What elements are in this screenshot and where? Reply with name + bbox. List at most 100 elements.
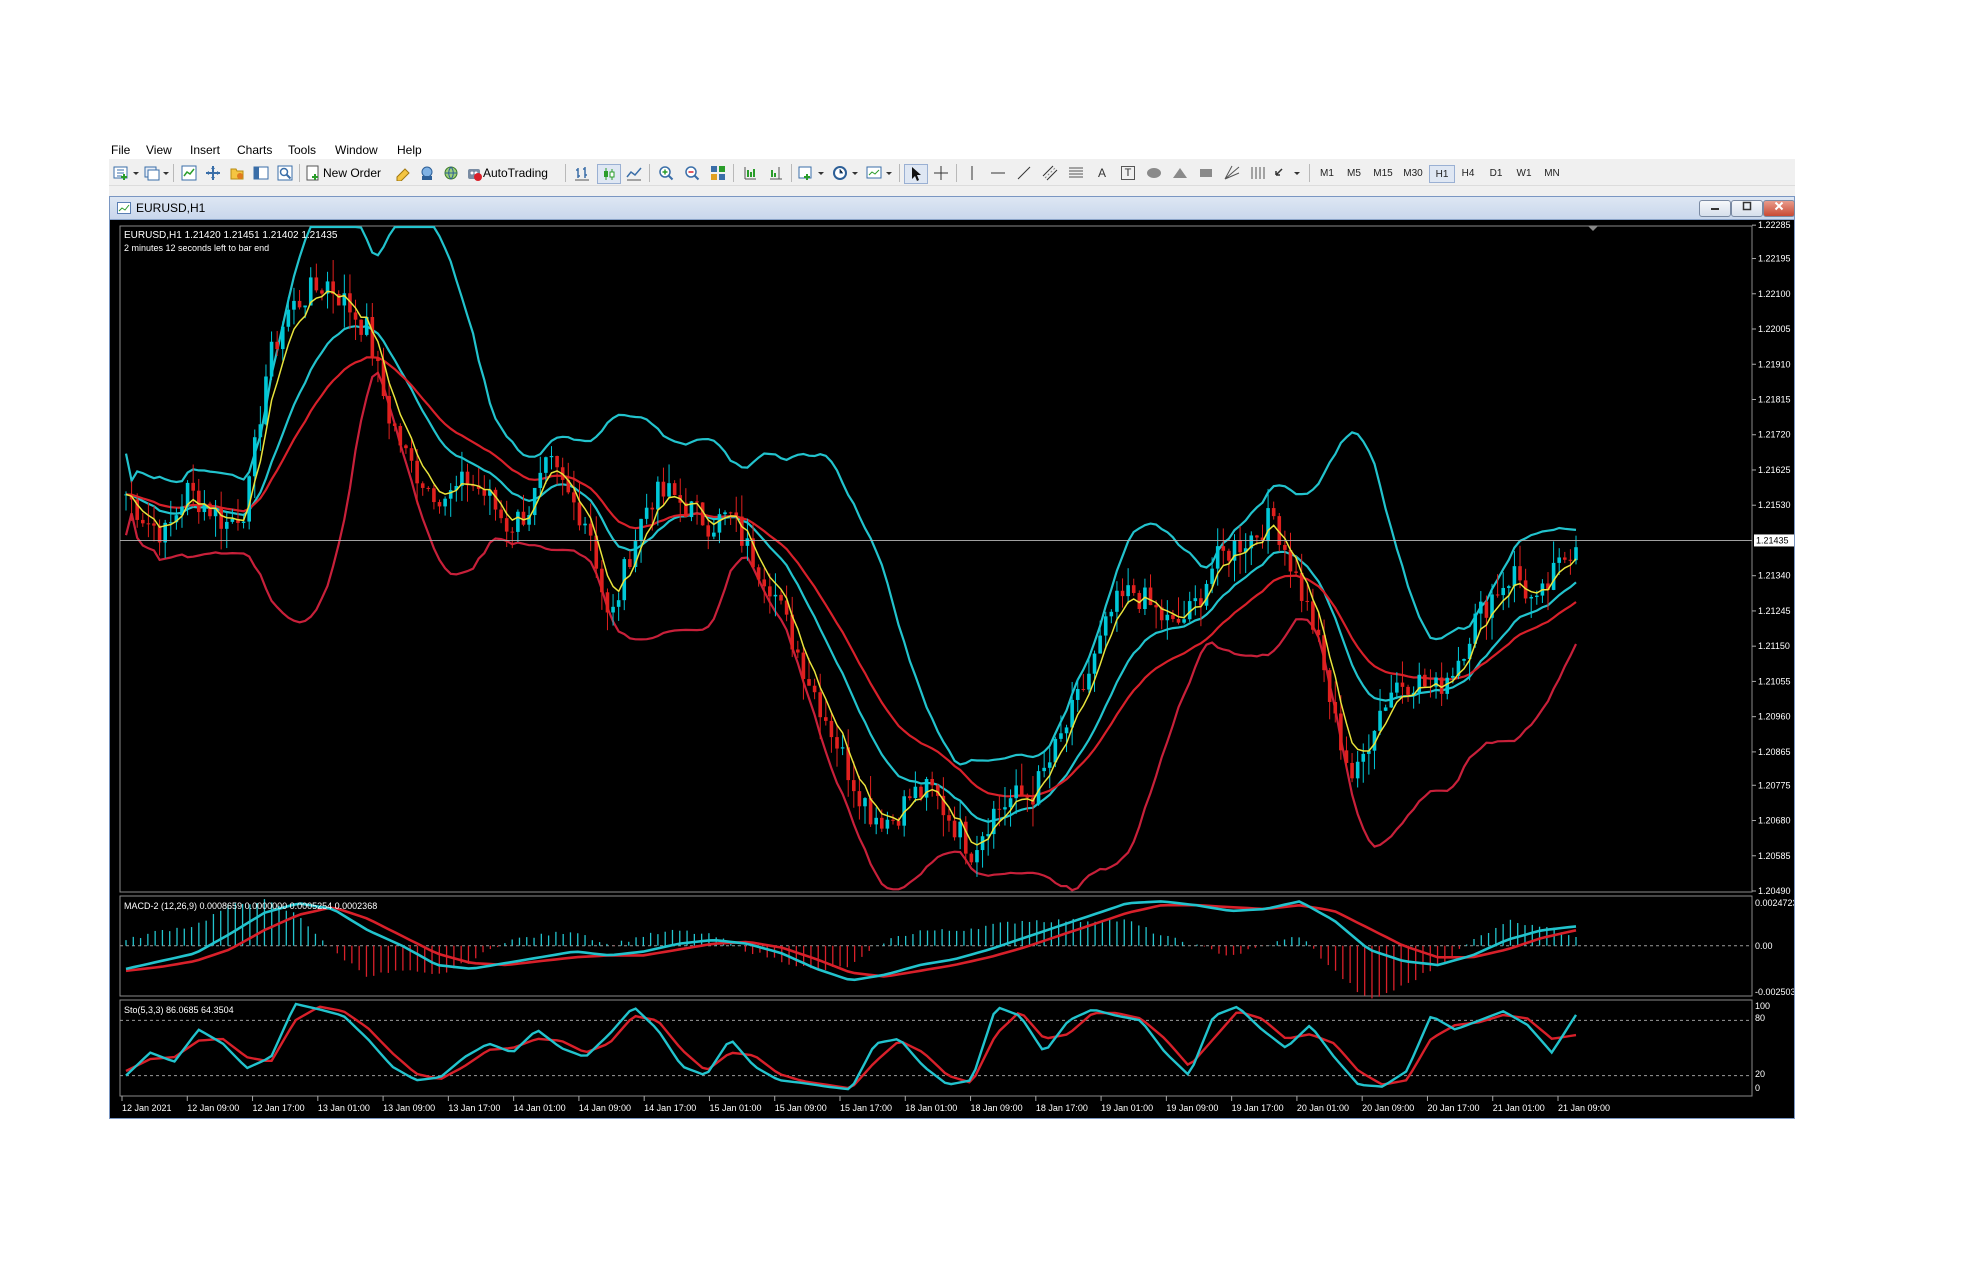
maximize-button[interactable] — [1731, 200, 1763, 217]
candle-body — [224, 521, 229, 529]
candlestick-chart-icon[interactable] — [597, 164, 621, 184]
candle-body — [807, 679, 811, 686]
candle-body — [740, 516, 744, 546]
arrows-icon[interactable] — [1273, 164, 1303, 182]
candle-body — [280, 326, 285, 350]
price-tick-label: 1.21530 — [1758, 500, 1791, 510]
stochastic-series — [120, 1002, 1752, 1091]
candle-body — [404, 445, 408, 449]
price-tick-label: 1.22005 — [1758, 324, 1791, 334]
candle-body — [723, 512, 727, 515]
candle-body — [353, 312, 358, 320]
metaeditor-icon[interactable] — [393, 164, 413, 182]
bar-chart-icon[interactable] — [571, 164, 593, 182]
time-tick-label: 15 Jan 17:00 — [840, 1103, 892, 1113]
ma-cyan-line — [125, 324, 1577, 823]
navigator-icon[interactable] — [227, 164, 247, 182]
restore-icon — [1742, 201, 1752, 211]
text-label-icon[interactable]: T — [1117, 164, 1139, 182]
menu-tools[interactable]: Tools — [288, 143, 316, 157]
trendline-icon[interactable] — [1013, 164, 1035, 182]
candle-body — [1154, 605, 1158, 608]
timeframe-m30[interactable]: M30 — [1399, 165, 1427, 181]
timeframe-mn[interactable]: MN — [1540, 165, 1564, 181]
candle-body — [465, 471, 470, 486]
candle-body — [1451, 675, 1455, 678]
candle-body — [1120, 590, 1125, 597]
chart-canvas[interactable]: 1.22285 1.22195 1.22100 1.22005 1.21910 1.218… — [110, 219, 1794, 1118]
chart-shift-icon[interactable] — [765, 164, 787, 182]
vertical-line-icon[interactable] — [961, 164, 983, 182]
market-watch-icon[interactable] — [179, 164, 199, 182]
candle-body — [756, 567, 761, 580]
candle-body — [588, 523, 593, 536]
timeframe-w1[interactable]: W1 — [1512, 165, 1536, 181]
menu-window[interactable]: Window — [335, 143, 378, 157]
cycle-lines-icon[interactable] — [1247, 164, 1269, 182]
candle-body — [504, 518, 509, 532]
line-chart-icon[interactable] — [623, 164, 645, 182]
candle-body — [1288, 549, 1293, 572]
candle-body — [258, 424, 263, 438]
new-order-button[interactable]: New Order — [305, 164, 389, 182]
timeframe-m15[interactable]: M15 — [1369, 165, 1397, 181]
candle-body — [745, 538, 750, 546]
price-tick-label: 1.20960 — [1758, 712, 1791, 722]
candle-body — [219, 508, 223, 529]
menu-help[interactable]: Help — [397, 143, 422, 157]
candle-body — [409, 448, 414, 461]
time-tick-label: 13 Jan 09:00 — [383, 1103, 435, 1113]
terminal-icon[interactable] — [251, 164, 271, 182]
time-tick-label: 15 Jan 01:00 — [709, 1103, 761, 1113]
community-icon[interactable] — [417, 164, 437, 182]
triangle-icon[interactable] — [1169, 164, 1191, 182]
gann-fan-icon[interactable] — [1221, 164, 1243, 182]
profiles-icon[interactable] — [142, 164, 170, 182]
data-window-icon[interactable] — [203, 164, 223, 182]
candle-body — [656, 481, 660, 510]
minimize-button[interactable] — [1699, 200, 1731, 217]
autotrading-button[interactable]: AutoTrading — [465, 164, 561, 182]
equidistant-channel-icon[interactable] — [1039, 164, 1061, 182]
timeframe-m1[interactable]: M1 — [1315, 165, 1339, 181]
menu-insert[interactable]: Insert — [190, 143, 220, 157]
tile-windows-icon[interactable] — [707, 164, 729, 182]
candle-body — [835, 737, 839, 749]
timeframe-d1[interactable]: D1 — [1484, 165, 1508, 181]
templates-icon[interactable] — [865, 164, 895, 182]
text-tool-icon[interactable]: A — [1091, 164, 1113, 182]
candle-body — [616, 600, 621, 607]
strategy-tester-icon[interactable] — [275, 164, 295, 182]
candle-body — [493, 489, 498, 510]
timeframe-h4[interactable]: H4 — [1456, 165, 1480, 181]
auto-scroll-icon[interactable] — [739, 164, 761, 182]
candle-body — [516, 511, 520, 532]
zoom-in-icon[interactable] — [655, 164, 677, 182]
zoom-out-icon[interactable] — [681, 164, 703, 182]
chart-shift-marker[interactable] — [1588, 226, 1598, 231]
candle-body — [1025, 795, 1030, 798]
periods-clock-icon[interactable] — [831, 164, 861, 182]
ellipse-icon[interactable] — [1143, 164, 1165, 182]
cursor-icon[interactable] — [904, 164, 928, 184]
candle-body — [426, 487, 431, 489]
rectangle-icon[interactable] — [1195, 164, 1217, 182]
candle-body — [1294, 571, 1298, 573]
globe-icon[interactable] — [441, 164, 461, 182]
fibonacci-icon[interactable] — [1065, 164, 1087, 182]
timeframe-m5[interactable]: M5 — [1342, 165, 1366, 181]
chart-window-titlebar[interactable]: EURUSD,H1 — [110, 197, 1795, 220]
price-axis: 1.22285 1.22195 1.22100 1.22005 1.21910 1.218… — [1752, 220, 1791, 896]
menu-file[interactable]: File — [111, 143, 130, 157]
crosshair-icon[interactable] — [930, 164, 952, 182]
menu-view[interactable]: View — [146, 143, 172, 157]
close-button[interactable] — [1763, 200, 1795, 217]
indicators-icon[interactable] — [797, 164, 827, 182]
menu-charts[interactable]: Charts — [237, 143, 272, 157]
new-chart-icon[interactable] — [112, 164, 140, 182]
timeframe-h1[interactable]: H1 — [1429, 165, 1455, 183]
horizontal-line-icon[interactable] — [987, 164, 1009, 182]
candle-body — [1115, 590, 1119, 612]
price-tick-label: 1.20865 — [1758, 747, 1791, 757]
price-tick-label: 1.21720 — [1758, 430, 1791, 440]
